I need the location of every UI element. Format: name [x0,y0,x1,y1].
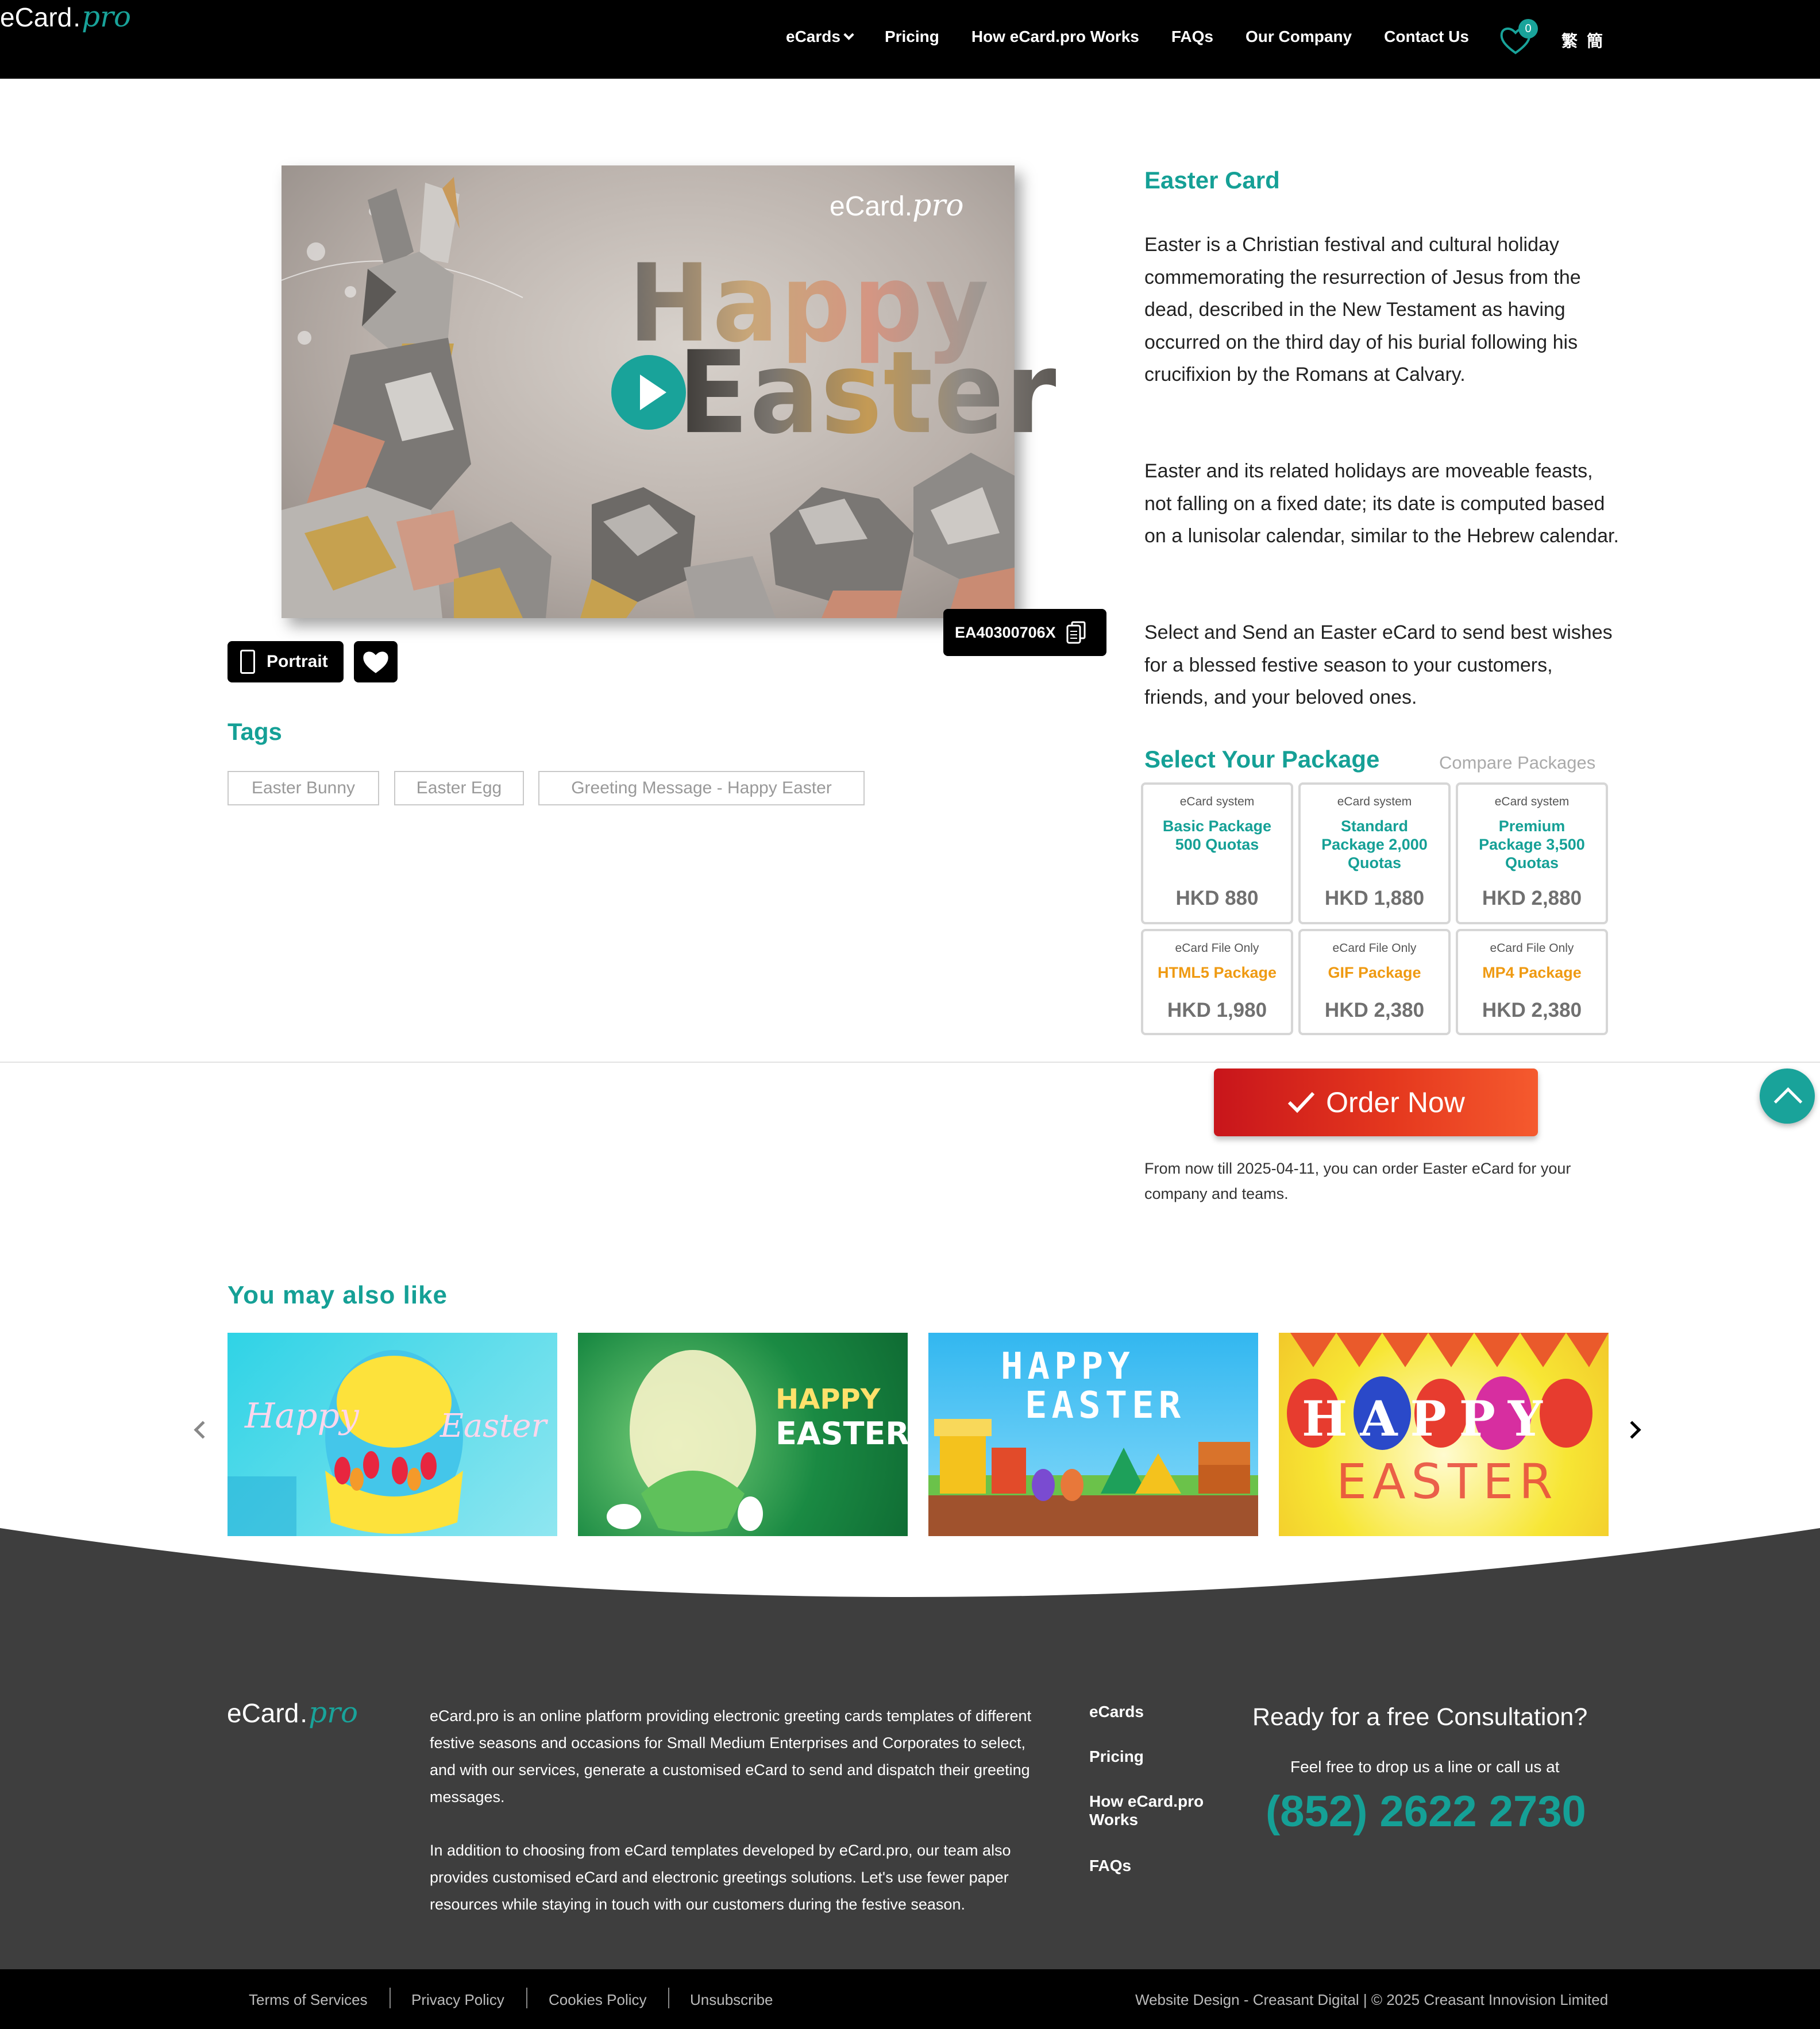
copy-icon [1066,621,1086,644]
footer-link-how-it-works[interactable]: How eCard.pro Works [1089,1792,1227,1829]
footer-contact-text: Feel free to drop us a line or call us a… [1290,1758,1560,1776]
lang-traditional-button[interactable]: 繁 [1561,29,1578,52]
footer-link-ecards[interactable]: eCards [1089,1703,1144,1721]
chevron-down-icon [843,29,854,40]
nav-pricing[interactable]: Pricing [885,28,939,46]
related-card-3[interactable]: HAPPY EASTER [928,1333,1258,1536]
nav-faqs[interactable]: FAQs [1171,28,1213,46]
heart-icon [363,651,388,673]
checkmark-icon [1288,1091,1315,1113]
tag-greeting-message[interactable]: Greeting Message - Happy Easter [538,771,865,805]
separator [668,1988,669,2008]
ecard-code-copy[interactable]: EA40300706X [943,609,1106,656]
tag-easter-egg[interactable]: Easter Egg [394,771,524,805]
cookies-link[interactable]: Cookies Policy [549,1991,647,2009]
package-basic[interactable]: eCard system Basic Package 500 Quotas HK… [1141,782,1293,924]
main-nav: eCards Pricing How eCard.pro Works FAQs … [786,28,1469,46]
order-now-button[interactable]: Order Now [1214,1068,1538,1136]
favorites-count-badge: 0 [1518,19,1538,38]
video-headline-easter: Easter [678,327,1058,460]
card-description-1: Easter is a Christian festival and cultu… [1144,234,1581,385]
footer-curve [0,1528,1820,1631]
footer-about-2: In addition to choosing from eCard templ… [430,1842,1011,1913]
package-title: Select Your Package [1144,746,1380,773]
section-divider [0,1062,1820,1063]
portrait-view-button[interactable]: Portrait [228,641,344,682]
nav-how-it-works[interactable]: How eCard.pro Works [971,28,1139,46]
package-premium[interactable]: eCard system Premium Package 3,500 Quota… [1456,782,1608,924]
nav-ecards[interactable]: eCards [786,28,854,46]
site-logo[interactable]: eCard. pro [0,0,131,33]
footer-link-pricing[interactable]: Pricing [1089,1748,1144,1766]
card-description-2: Easter and its related holidays are move… [1144,460,1619,547]
package-html5[interactable]: eCard File Only HTML5 Package HKD 1,980 [1141,929,1293,1035]
privacy-link[interactable]: Privacy Policy [411,1991,504,2009]
tags-title: Tags [228,718,282,745]
unsubscribe-link[interactable]: Unsubscribe [690,1991,773,2009]
footer-phone-number[interactable]: (852) 2622 2730 [1266,1787,1586,1837]
terms-link[interactable]: Terms of Services [249,1991,368,2009]
phone-portrait-icon [240,650,255,674]
ecard-code: EA40300706X [955,623,1056,641]
footer-consultation-heading: Ready for a free Consultation? [1252,1703,1588,1731]
carousel-prev-icon[interactable] [194,1421,212,1439]
compare-packages-link[interactable]: Compare Packages [1439,753,1595,773]
tag-easter-bunny[interactable]: Easter Bunny [228,771,379,805]
scroll-to-top-button[interactable] [1760,1068,1815,1124]
related-card-2[interactable]: HAPPY EASTER [578,1333,908,1536]
carousel-next-icon[interactable] [1623,1421,1641,1439]
play-icon[interactable] [611,355,686,430]
nav-contact-us[interactable]: Contact Us [1384,28,1469,46]
add-favorite-button[interactable] [354,641,398,682]
related-card-4[interactable]: HAPPY EASTER [1279,1333,1609,1536]
footer-about-1: eCard.pro is an online platform providin… [430,1707,1032,1806]
related-title: You may also like [228,1281,448,1309]
separator [390,1988,391,2008]
order-deadline-note: From now till 2025-04-11, you can order … [1144,1160,1571,1202]
related-card-1[interactable]: Happy Easter [228,1333,557,1536]
separator [526,1988,527,2008]
footer-logo[interactable]: eCard. pro [227,1696,358,1729]
footer-link-faqs[interactable]: FAQs [1089,1857,1131,1875]
footer-credit: Website Design - Creasant Digital | © 20… [1135,1991,1609,2008]
package-gif[interactable]: eCard File Only GIF Package HKD 2,380 [1298,929,1451,1035]
package-mp4[interactable]: eCard File Only MP4 Package HKD 2,380 [1456,929,1608,1035]
video-watermark-logo: eCard. pro [830,188,964,223]
package-standard[interactable]: eCard system Standard Package 2,000 Quot… [1298,782,1451,924]
card-description-3: Select and Send an Easter eCard to send … [1144,622,1613,708]
nav-our-company[interactable]: Our Company [1246,28,1352,46]
lang-simplified-button[interactable]: 簡 [1587,29,1603,52]
card-title: Easter Card [1144,167,1280,194]
